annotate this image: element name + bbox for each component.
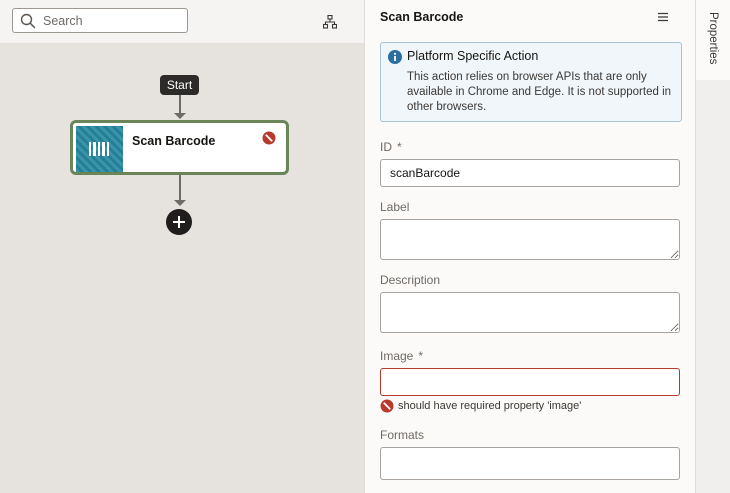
image-label: Image *: [380, 349, 423, 363]
formats-input[interactable]: [380, 447, 680, 480]
description-label: Description: [380, 273, 441, 287]
id-label: ID *: [380, 140, 402, 154]
error-icon: [380, 399, 394, 413]
start-node[interactable]: Start: [160, 75, 199, 95]
image-label-text: Image: [380, 349, 414, 363]
properties-panel: Scan Barcode Platform Specific Action Th…: [364, 0, 695, 493]
required-mark: *: [418, 349, 424, 363]
info-icon: [388, 50, 402, 67]
label-textarea[interactable]: [380, 219, 680, 260]
id-label-text: ID: [380, 140, 392, 154]
connector-line: [179, 175, 181, 202]
side-tab-strip: Properties: [695, 0, 730, 493]
tab-properties-label: Properties: [707, 12, 719, 65]
description-textarea[interactable]: [380, 292, 680, 333]
search-icon: [13, 13, 43, 29]
formats-label: Formats: [380, 428, 425, 442]
connector-arrow: [174, 200, 186, 206]
required-mark: *: [397, 140, 402, 154]
info-text: This action relies on browser APIs that …: [407, 71, 672, 113]
image-error-text: should have required property 'image': [398, 400, 582, 412]
search-input[interactable]: [43, 13, 178, 28]
properties-title: Scan Barcode: [380, 10, 464, 24]
image-error-message: should have required property 'image': [380, 399, 581, 413]
connector-arrow: [174, 113, 186, 119]
tab-properties[interactable]: Properties: [696, 0, 730, 80]
error-icon: [262, 131, 276, 148]
panel-menu-button[interactable]: [655, 9, 671, 25]
hierarchy-view-button[interactable]: [320, 12, 340, 32]
barcode-icon: [76, 126, 123, 172]
action-node-scan-barcode[interactable]: Scan Barcode: [70, 120, 289, 175]
plus-icon: [173, 216, 185, 228]
add-action-button[interactable]: [166, 209, 192, 235]
flow-canvas[interactable]: Start Scan Barcode: [0, 0, 364, 493]
search-box[interactable]: [12, 8, 188, 33]
info-message: Platform Specific Action This action rel…: [380, 42, 682, 122]
image-input[interactable]: [380, 368, 680, 396]
info-title: Platform Specific Action: [407, 49, 539, 63]
action-node-title: Scan Barcode: [132, 134, 216, 148]
label-label: Label: [380, 200, 410, 214]
canvas-toolbar: [0, 0, 364, 44]
connector-line: [179, 95, 181, 115]
hamburger-icon: [658, 12, 668, 22]
hierarchy-icon: [323, 15, 337, 29]
id-input[interactable]: [380, 159, 680, 187]
